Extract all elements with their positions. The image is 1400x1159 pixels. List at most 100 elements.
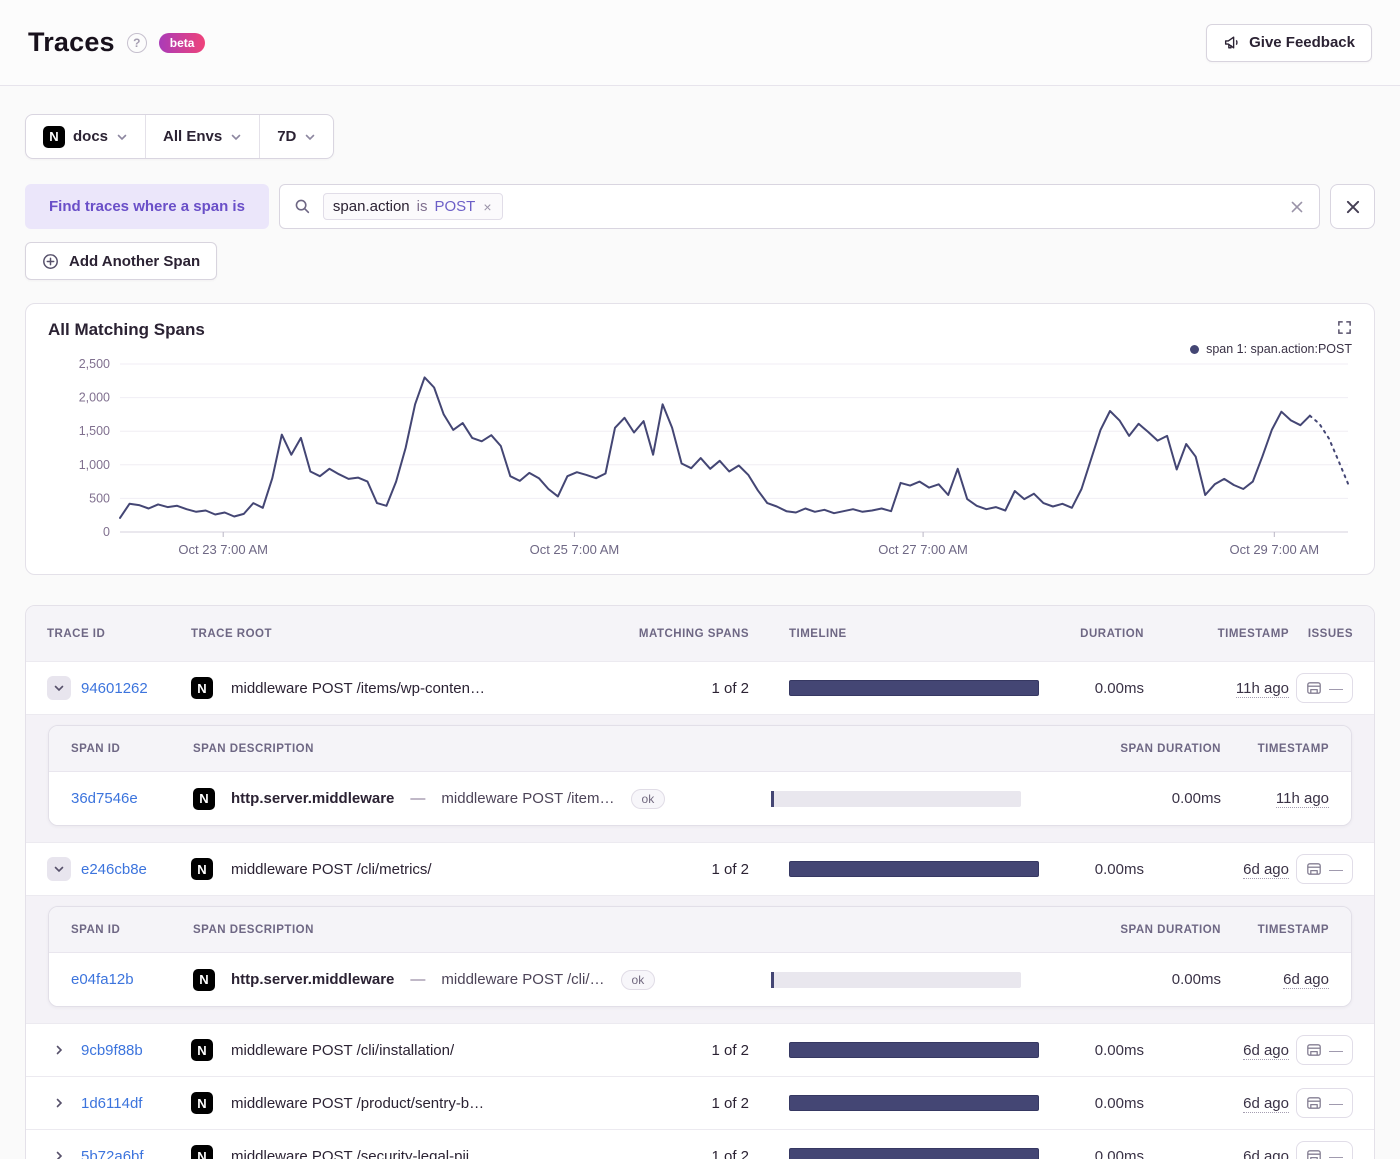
timeline-bar (789, 861, 1039, 877)
svg-text:Oct 27 7:00 AM: Oct 27 7:00 AM (878, 542, 968, 557)
span-id-link[interactable]: e04fa12b (71, 971, 134, 988)
trace-id-link[interactable]: 1d6114df (81, 1095, 142, 1112)
beta-badge: beta (158, 32, 206, 53)
span-op: http.server.middleware (231, 790, 395, 807)
span-duration: 0.00ms (1171, 971, 1221, 988)
timeline-bar (789, 680, 1039, 696)
page-header: Traces ? beta Give Feedback (0, 0, 1400, 86)
trace-id-link[interactable]: 5b72a6bf (81, 1148, 144, 1159)
find-traces-label: Find traces where a span is (25, 184, 269, 229)
matching-spans-count: 1 of 2 (711, 1094, 749, 1112)
trace-duration: 0.00ms (1094, 860, 1144, 878)
collapse-trace-button[interactable] (47, 676, 71, 700)
plus-circle-icon (42, 253, 59, 270)
no-issues-dash: — (1329, 680, 1343, 696)
chart-title: All Matching Spans (48, 320, 205, 339)
project-filter[interactable]: N docs (26, 115, 145, 158)
timeline-bar (789, 1042, 1039, 1058)
trace-duration: 0.00ms (1094, 1041, 1144, 1059)
span-id-link[interactable]: 36d7546e (71, 790, 138, 807)
issues-button[interactable]: — (1296, 1088, 1353, 1118)
expand-trace-button[interactable] (47, 1038, 71, 1062)
svg-text:Oct 25 7:00 AM: Oct 25 7:00 AM (530, 542, 620, 557)
page-filter-bar: N docs All Envs 7D (25, 114, 335, 159)
span-status-badge: ok (630, 788, 666, 809)
megaphone-icon (1223, 34, 1240, 51)
col-timeline: Timeline (789, 627, 847, 640)
nextjs-platform-icon: N (43, 125, 65, 148)
traces-table: Trace ID Trace Root Matching Spans Timel… (25, 605, 1375, 1159)
trace-row: 94601262 Nmiddleware POST /items/wp-conte… (26, 661, 1374, 714)
expand-trace-button[interactable] (47, 1144, 71, 1159)
trace-row: 5b72a6bf Nmiddleware POST /security-legal… (26, 1129, 1374, 1159)
col-matching-spans: Matching Spans (638, 627, 749, 640)
issues-button[interactable]: — (1296, 1035, 1353, 1065)
search-filter-token[interactable]: span.action is POST × (322, 193, 503, 220)
page-title: Traces (28, 27, 115, 57)
span-timeline-bar (771, 971, 1021, 988)
trace-duration: 0.00ms (1094, 679, 1144, 697)
nextjs-platform-icon: N (191, 1039, 213, 1061)
matching-spans-count: 1 of 2 (711, 679, 749, 697)
collapse-trace-button[interactable] (47, 857, 71, 881)
trace-duration: 0.00ms (1094, 1094, 1144, 1112)
issues-tray-icon (1306, 1148, 1322, 1159)
span-status-badge: ok (620, 969, 656, 990)
matching-spans-count: 1 of 2 (711, 860, 749, 878)
trace-row: e246cb8e Nmiddleware POST /cli/metrics/1 … (26, 842, 1374, 895)
spans-table-header: Span ID Span Description Span Duration Time… (49, 907, 1351, 953)
trace-row: 9cb9f88b Nmiddleware POST /cli/installati… (26, 1023, 1374, 1076)
trace-root-text: middleware POST /product/sentry-b… (231, 1094, 485, 1112)
trace-duration: 0.00ms (1094, 1147, 1144, 1159)
col-span-id: Span ID (71, 923, 121, 936)
help-icon[interactable]: ? (126, 32, 147, 53)
issues-tray-icon (1306, 1095, 1322, 1111)
issues-tray-icon (1306, 1042, 1322, 1058)
nextjs-platform-icon: N (193, 968, 215, 991)
fullscreen-icon[interactable] (1337, 320, 1352, 335)
span-description: middleware POST /item… (441, 790, 615, 807)
span-search-input[interactable]: span.action is POST × (278, 184, 1320, 229)
all-matching-spans-card: All Matching Spans span 1: span.action:P… (25, 303, 1375, 575)
trace-id-link[interactable]: 9cb9f88b (81, 1042, 143, 1059)
trace-root-text: middleware POST /security-legal-pii… (231, 1147, 485, 1159)
svg-text:2,000: 2,000 (79, 391, 110, 405)
no-issues-dash: — (1329, 1095, 1343, 1111)
chevron-down-icon (304, 131, 316, 143)
nextjs-platform-icon: N (193, 787, 215, 810)
trace-timestamp: 6d ago (1144, 1147, 1289, 1159)
issues-button[interactable]: — (1296, 854, 1353, 884)
col-span-timestamp: Timestamp (1257, 742, 1329, 755)
trace-id-link[interactable]: e246cb8e (81, 861, 147, 878)
col-span-timestamp: Timestamp (1257, 923, 1329, 936)
trace-timestamp: 6d ago (1243, 1041, 1289, 1060)
nextjs-platform-icon: N (191, 1092, 213, 1114)
svg-text:Oct 29 7:00 AM: Oct 29 7:00 AM (1229, 542, 1319, 557)
environment-filter[interactable]: All Envs (146, 115, 259, 158)
issues-button[interactable]: — (1296, 673, 1353, 703)
expand-trace-button[interactable] (47, 1091, 71, 1115)
give-feedback-button[interactable]: Give Feedback (1206, 23, 1372, 62)
nextjs-platform-icon: N (191, 858, 213, 880)
trace-id-link[interactable]: 94601262 (81, 680, 148, 697)
remove-span-filter-button[interactable] (1330, 184, 1375, 229)
add-another-span-button[interactable]: Add Another Span (25, 242, 218, 280)
no-issues-dash: — (1329, 861, 1343, 877)
clear-search-icon[interactable] (1289, 199, 1305, 215)
project-filter-label: docs (73, 128, 109, 145)
trace-timestamp: 6d ago (1243, 1094, 1289, 1113)
issues-button[interactable]: — (1296, 1141, 1353, 1159)
col-trace-id: Trace ID (47, 627, 106, 640)
trace-row: 1d6114df Nmiddleware POST /product/sentry… (26, 1076, 1374, 1129)
chart-legend[interactable]: span 1: span.action:POST (48, 342, 1352, 356)
no-issues-dash: — (1329, 1148, 1343, 1159)
date-range-filter[interactable]: 7D (260, 115, 333, 158)
spans-line-chart[interactable]: 0 500 1,000 1,500 2,000 2,500 Oct 23 7:00 AM Oc… (48, 356, 1352, 566)
matching-spans-count: 1 of 2 (711, 1147, 749, 1159)
col-trace-root: Trace Root (191, 627, 273, 640)
span-row: 36d7546e Nhttp.server.middleware — middlewa… (49, 772, 1351, 825)
col-span-description: Span Description (193, 742, 314, 755)
legend-label: span 1: span.action:POST (1206, 342, 1352, 356)
token-operator: is (416, 198, 428, 215)
remove-token-icon[interactable]: × (482, 199, 492, 215)
